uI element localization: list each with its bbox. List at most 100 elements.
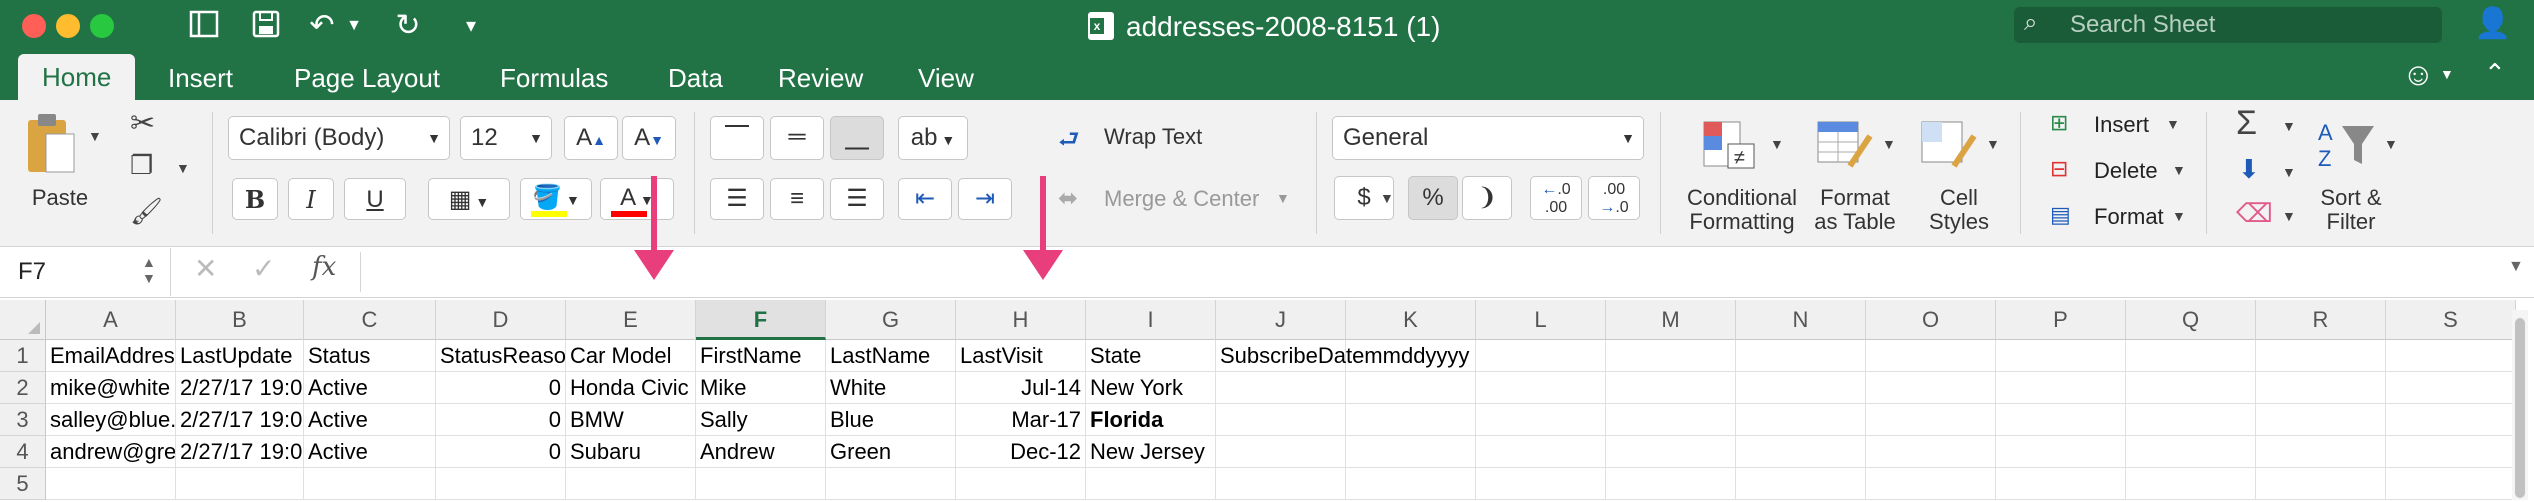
cell-j4[interactable]: [1216, 436, 1346, 468]
column-header-f[interactable]: F: [696, 300, 826, 340]
cell-o5[interactable]: [1866, 468, 1996, 500]
decrease-indent-button[interactable]: ⇤: [898, 178, 952, 220]
decrease-font-size-button[interactable]: A▼: [622, 116, 676, 160]
cell-f5[interactable]: [696, 468, 826, 500]
align-top-button[interactable]: ⎺: [710, 116, 764, 160]
feedback-dropdown-icon[interactable]: ▼: [2440, 66, 2454, 82]
cell-j1[interactable]: SubscribeDatemmddyyyy: [1216, 340, 1469, 372]
search-sheet-box[interactable]: ⌕ Search Sheet: [2014, 7, 2442, 43]
column-header-m[interactable]: M: [1606, 300, 1736, 340]
cell-n2[interactable]: [1736, 372, 1866, 404]
align-middle-button[interactable]: ═: [770, 116, 824, 160]
column-header-n[interactable]: N: [1736, 300, 1866, 340]
cell-q2[interactable]: [2126, 372, 2256, 404]
smiley-feedback-icon[interactable]: ☺: [2402, 56, 2435, 93]
paste-dropdown-icon[interactable]: ▼: [88, 128, 102, 144]
borders-button[interactable]: ▦ ▼: [428, 178, 510, 220]
column-header-o[interactable]: O: [1866, 300, 1996, 340]
cell-k2[interactable]: [1346, 372, 1476, 404]
cell-d5[interactable]: [436, 468, 566, 500]
cell-o3[interactable]: [1866, 404, 1996, 436]
cell-n1[interactable]: [1736, 340, 1866, 372]
merge-dropdown-icon[interactable]: ▼: [1276, 190, 1290, 206]
collapse-ribbon-icon[interactable]: ⌃: [2484, 58, 2506, 89]
sort-filter-icon[interactable]: AZ: [2316, 116, 2380, 176]
customize-toolbar-icon[interactable]: ▾: [456, 8, 486, 44]
currency-dropdown-icon[interactable]: ▼: [1380, 190, 1394, 206]
cell-a5[interactable]: [46, 468, 176, 500]
cell-d4[interactable]: 0: [436, 436, 566, 468]
align-left-button[interactable]: ☰: [710, 178, 764, 220]
column-header-q[interactable]: Q: [2126, 300, 2256, 340]
cell-c2[interactable]: Active: [304, 372, 436, 404]
tab-formulas[interactable]: Formulas: [500, 58, 608, 98]
autosum-dropdown-icon[interactable]: ▼: [2282, 118, 2296, 134]
column-header-i[interactable]: I: [1086, 300, 1216, 340]
cell-s1[interactable]: [2386, 340, 2516, 372]
cell-h4[interactable]: Dec-12: [956, 436, 1086, 468]
cell-e4[interactable]: Subaru: [566, 436, 696, 468]
vertical-scrollbar[interactable]: [2512, 310, 2528, 500]
cell-e1[interactable]: Car Model: [566, 340, 696, 372]
cell-l2[interactable]: [1476, 372, 1606, 404]
cell-p3[interactable]: [1996, 404, 2126, 436]
cell-c5[interactable]: [304, 468, 436, 500]
cell-j3[interactable]: [1216, 404, 1346, 436]
column-header-j[interactable]: J: [1216, 300, 1346, 340]
italic-button[interactable]: I: [288, 178, 334, 220]
cell-m1[interactable]: [1606, 340, 1736, 372]
clear-dropdown-icon[interactable]: ▼: [2282, 208, 2296, 224]
row-header-5[interactable]: 5: [0, 468, 46, 500]
format-as-table-dropdown-icon[interactable]: ▼: [1882, 136, 1896, 152]
clear-eraser-icon[interactable]: ⌫: [2236, 198, 2273, 229]
cell-m2[interactable]: [1606, 372, 1736, 404]
undo-icon[interactable]: ↶: [304, 8, 340, 44]
cell-r2[interactable]: [2256, 372, 2386, 404]
cell-c3[interactable]: Active: [304, 404, 436, 436]
cell-a1[interactable]: EmailAddress: [46, 340, 176, 372]
cell-styles-icon[interactable]: [1918, 114, 1978, 174]
tab-view[interactable]: View: [918, 58, 974, 98]
cell-c1[interactable]: Status: [304, 340, 436, 372]
cell-e3[interactable]: BMW: [566, 404, 696, 436]
wrap-text-button[interactable]: Wrap Text: [1104, 124, 1202, 150]
fill-down-icon[interactable]: ⬇: [2238, 154, 2260, 185]
cell-styles-dropdown-icon[interactable]: ▼: [1986, 136, 2000, 152]
cell-c4[interactable]: Active: [304, 436, 436, 468]
cell-g3[interactable]: Blue: [826, 404, 956, 436]
cell-g4[interactable]: Green: [826, 436, 956, 468]
name-box-stepper-icon[interactable]: ▲ ▼: [142, 254, 156, 286]
cell-n4[interactable]: [1736, 436, 1866, 468]
column-header-k[interactable]: K: [1346, 300, 1476, 340]
cut-icon[interactable]: ✂: [130, 106, 155, 141]
scrollbar-thumb[interactable]: [2515, 318, 2525, 498]
tab-review[interactable]: Review: [778, 58, 863, 98]
column-header-l[interactable]: L: [1476, 300, 1606, 340]
cell-d1[interactable]: StatusReason: [436, 340, 566, 372]
cell-g2[interactable]: White: [826, 372, 956, 404]
cell-n5[interactable]: [1736, 468, 1866, 500]
cell-d2[interactable]: 0: [436, 372, 566, 404]
cell-p5[interactable]: [1996, 468, 2126, 500]
formula-input[interactable]: [372, 252, 2492, 292]
select-all-corner[interactable]: [0, 300, 46, 340]
zoom-window-button[interactable]: [90, 14, 114, 38]
cell-i4[interactable]: New Jersey: [1086, 436, 1216, 468]
close-window-button[interactable]: [22, 14, 46, 38]
cell-f4[interactable]: Andrew: [696, 436, 826, 468]
tab-page-layout[interactable]: Page Layout: [294, 58, 440, 98]
undo-dropdown-icon[interactable]: ▼: [344, 8, 364, 44]
number-format-select[interactable]: General ▼: [1332, 116, 1644, 160]
column-header-g[interactable]: G: [826, 300, 956, 340]
font-color-button[interactable]: A ▼: [600, 178, 674, 220]
row-header-2[interactable]: 2: [0, 372, 46, 404]
cell-k5[interactable]: [1346, 468, 1476, 500]
cell-p4[interactable]: [1996, 436, 2126, 468]
cell-h2[interactable]: Jul-14: [956, 372, 1086, 404]
comma-style-button[interactable]: ❩: [1462, 176, 1512, 220]
percent-button[interactable]: %: [1408, 176, 1458, 220]
sort-filter-dropdown-icon[interactable]: ▼: [2384, 136, 2398, 152]
cell-f1[interactable]: FirstName: [696, 340, 826, 372]
column-header-h[interactable]: H: [956, 300, 1086, 340]
insert-dropdown-icon[interactable]: ▼: [2166, 116, 2180, 132]
